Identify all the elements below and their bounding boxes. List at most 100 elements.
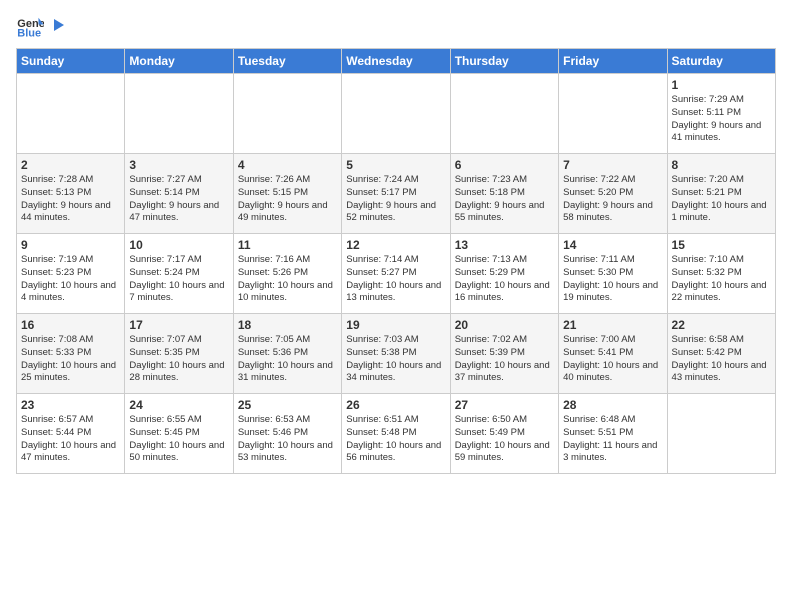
calendar-cell <box>559 74 667 154</box>
calendar-cell <box>667 394 775 474</box>
day-number: 11 <box>238 238 337 252</box>
day-number: 5 <box>346 158 445 172</box>
calendar-cell: 28 Sunrise: 6:48 AM Sunset: 5:51 PM Dayli… <box>559 394 667 474</box>
calendar-cell: 26Sunrise: 6:51 AM Sunset: 5:48 PM Dayli… <box>342 394 450 474</box>
day-info: Sunrise: 6:53 AM Sunset: 5:46 PM Dayligh… <box>238 414 337 465</box>
weekday-header: Wednesday <box>342 49 450 74</box>
calendar-week-row: 2 Sunrise: 7:28 AM Sunset: 5:13 PM Daylig… <box>17 154 776 234</box>
calendar-cell: 11 Sunrise: 7:16 AM Sunset: 5:26 PM Dayli… <box>233 234 341 314</box>
weekday-header: Saturday <box>667 49 775 74</box>
day-number: 26 <box>346 398 445 412</box>
calendar-cell: 19Sunrise: 7:03 AM Sunset: 5:38 PM Dayli… <box>342 314 450 394</box>
calendar-cell <box>233 74 341 154</box>
day-number: 25 <box>238 398 337 412</box>
day-info: Sunrise: 6:58 AM Sunset: 5:42 PM Dayligh… <box>672 334 771 385</box>
calendar-cell: 22 Sunrise: 6:58 AM Sunset: 5:42 PM Dayli… <box>667 314 775 394</box>
weekday-header: Sunday <box>17 49 125 74</box>
calendar-week-row: 1 Sunrise: 7:29 AM Sunset: 5:11 PM Daylig… <box>17 74 776 154</box>
day-info: Sunrise: 7:14 AM Sunset: 5:27 PM Dayligh… <box>346 254 445 305</box>
day-info: Sunrise: 7:23 AM Sunset: 5:18 PM Dayligh… <box>455 174 554 225</box>
calendar-cell: 5 Sunrise: 7:24 AM Sunset: 5:17 PM Daylig… <box>342 154 450 234</box>
calendar-week-row: 23Sunrise: 6:57 AM Sunset: 5:44 PM Dayli… <box>17 394 776 474</box>
calendar-cell: 16 Sunrise: 7:08 AM Sunset: 5:33 PM Dayli… <box>17 314 125 394</box>
day-number: 27 <box>455 398 554 412</box>
day-number: 17 <box>129 318 228 332</box>
day-info: Sunrise: 7:24 AM Sunset: 5:17 PM Dayligh… <box>346 174 445 225</box>
day-number: 15 <box>672 238 771 252</box>
header-row: SundayMondayTuesdayWednesdayThursdayFrid… <box>17 49 776 74</box>
day-info: Sunrise: 7:27 AM Sunset: 5:14 PM Dayligh… <box>129 174 228 225</box>
calendar-cell: 14 Sunrise: 7:11 AM Sunset: 5:30 PM Dayli… <box>559 234 667 314</box>
day-number: 23 <box>21 398 120 412</box>
day-number: 4 <box>238 158 337 172</box>
weekday-header: Friday <box>559 49 667 74</box>
day-number: 21 <box>563 318 662 332</box>
calendar-cell: 2 Sunrise: 7:28 AM Sunset: 5:13 PM Daylig… <box>17 154 125 234</box>
day-info: Sunrise: 7:19 AM Sunset: 5:23 PM Dayligh… <box>21 254 120 305</box>
day-info: Sunrise: 7:29 AM Sunset: 5:11 PM Dayligh… <box>672 94 771 145</box>
calendar-cell: 7 Sunrise: 7:22 AM Sunset: 5:20 PM Daylig… <box>559 154 667 234</box>
logo-arrow-icon <box>50 17 66 33</box>
svg-text:Blue: Blue <box>17 27 41 38</box>
day-info: Sunrise: 7:28 AM Sunset: 5:13 PM Dayligh… <box>21 174 120 225</box>
day-info: Sunrise: 7:13 AM Sunset: 5:29 PM Dayligh… <box>455 254 554 305</box>
calendar-cell: 21 Sunrise: 7:00 AM Sunset: 5:41 PM Dayli… <box>559 314 667 394</box>
logo-icon: General Blue <box>16 16 44 38</box>
calendar-cell: 1 Sunrise: 7:29 AM Sunset: 5:11 PM Daylig… <box>667 74 775 154</box>
calendar-cell: 13 Sunrise: 7:13 AM Sunset: 5:29 PM Dayli… <box>450 234 558 314</box>
calendar-cell: 10 Sunrise: 7:17 AM Sunset: 5:24 PM Dayli… <box>125 234 233 314</box>
page-header: General Blue <box>16 16 776 38</box>
weekday-header: Thursday <box>450 49 558 74</box>
weekday-header: Tuesday <box>233 49 341 74</box>
day-info: Sunrise: 7:26 AM Sunset: 5:15 PM Dayligh… <box>238 174 337 225</box>
calendar-week-row: 9 Sunrise: 7:19 AM Sunset: 5:23 PM Daylig… <box>17 234 776 314</box>
calendar-cell: 23Sunrise: 6:57 AM Sunset: 5:44 PM Dayli… <box>17 394 125 474</box>
day-info: Sunrise: 7:00 AM Sunset: 5:41 PM Dayligh… <box>563 334 662 385</box>
day-info: Sunrise: 7:02 AM Sunset: 5:39 PM Dayligh… <box>455 334 554 385</box>
day-info: Sunrise: 7:17 AM Sunset: 5:24 PM Dayligh… <box>129 254 228 305</box>
day-number: 14 <box>563 238 662 252</box>
day-number: 1 <box>672 78 771 92</box>
day-info: Sunrise: 7:08 AM Sunset: 5:33 PM Dayligh… <box>21 334 120 385</box>
day-info: Sunrise: 7:11 AM Sunset: 5:30 PM Dayligh… <box>563 254 662 305</box>
day-info: Sunrise: 6:50 AM Sunset: 5:49 PM Dayligh… <box>455 414 554 465</box>
calendar-cell: 25 Sunrise: 6:53 AM Sunset: 5:46 PM Dayli… <box>233 394 341 474</box>
day-number: 7 <box>563 158 662 172</box>
calendar-cell <box>125 74 233 154</box>
day-number: 24 <box>129 398 228 412</box>
day-number: 16 <box>21 318 120 332</box>
day-info: Sunrise: 7:05 AM Sunset: 5:36 PM Dayligh… <box>238 334 337 385</box>
day-info: Sunrise: 7:16 AM Sunset: 5:26 PM Dayligh… <box>238 254 337 305</box>
calendar-cell: 18 Sunrise: 7:05 AM Sunset: 5:36 PM Dayli… <box>233 314 341 394</box>
day-info: Sunrise: 7:20 AM Sunset: 5:21 PM Dayligh… <box>672 174 771 225</box>
calendar-cell: 9 Sunrise: 7:19 AM Sunset: 5:23 PM Daylig… <box>17 234 125 314</box>
day-number: 3 <box>129 158 228 172</box>
calendar-cell: 17Sunrise: 7:07 AM Sunset: 5:35 PM Dayli… <box>125 314 233 394</box>
day-info: Sunrise: 6:48 AM Sunset: 5:51 PM Dayligh… <box>563 414 662 465</box>
day-info: Sunrise: 7:10 AM Sunset: 5:32 PM Dayligh… <box>672 254 771 305</box>
day-number: 13 <box>455 238 554 252</box>
calendar-cell <box>450 74 558 154</box>
day-number: 2 <box>21 158 120 172</box>
day-number: 22 <box>672 318 771 332</box>
calendar-cell: 15 Sunrise: 7:10 AM Sunset: 5:32 PM Dayli… <box>667 234 775 314</box>
logo: General Blue <box>16 16 66 38</box>
day-number: 9 <box>21 238 120 252</box>
calendar-cell: 20Sunrise: 7:02 AM Sunset: 5:39 PM Dayli… <box>450 314 558 394</box>
day-info: Sunrise: 7:22 AM Sunset: 5:20 PM Dayligh… <box>563 174 662 225</box>
day-info: Sunrise: 7:03 AM Sunset: 5:38 PM Dayligh… <box>346 334 445 385</box>
calendar-cell <box>17 74 125 154</box>
day-number: 8 <box>672 158 771 172</box>
weekday-header: Monday <box>125 49 233 74</box>
calendar-cell: 12 Sunrise: 7:14 AM Sunset: 5:27 PM Dayli… <box>342 234 450 314</box>
calendar-cell: 3 Sunrise: 7:27 AM Sunset: 5:14 PM Daylig… <box>125 154 233 234</box>
day-number: 28 <box>563 398 662 412</box>
day-number: 10 <box>129 238 228 252</box>
calendar-cell: 4 Sunrise: 7:26 AM Sunset: 5:15 PM Daylig… <box>233 154 341 234</box>
calendar-cell: 27 Sunrise: 6:50 AM Sunset: 5:49 PM Dayli… <box>450 394 558 474</box>
day-info: Sunrise: 6:55 AM Sunset: 5:45 PM Dayligh… <box>129 414 228 465</box>
day-number: 18 <box>238 318 337 332</box>
day-number: 12 <box>346 238 445 252</box>
calendar-week-row: 16 Sunrise: 7:08 AM Sunset: 5:33 PM Dayli… <box>17 314 776 394</box>
calendar-cell: 24 Sunrise: 6:55 AM Sunset: 5:45 PM Dayli… <box>125 394 233 474</box>
